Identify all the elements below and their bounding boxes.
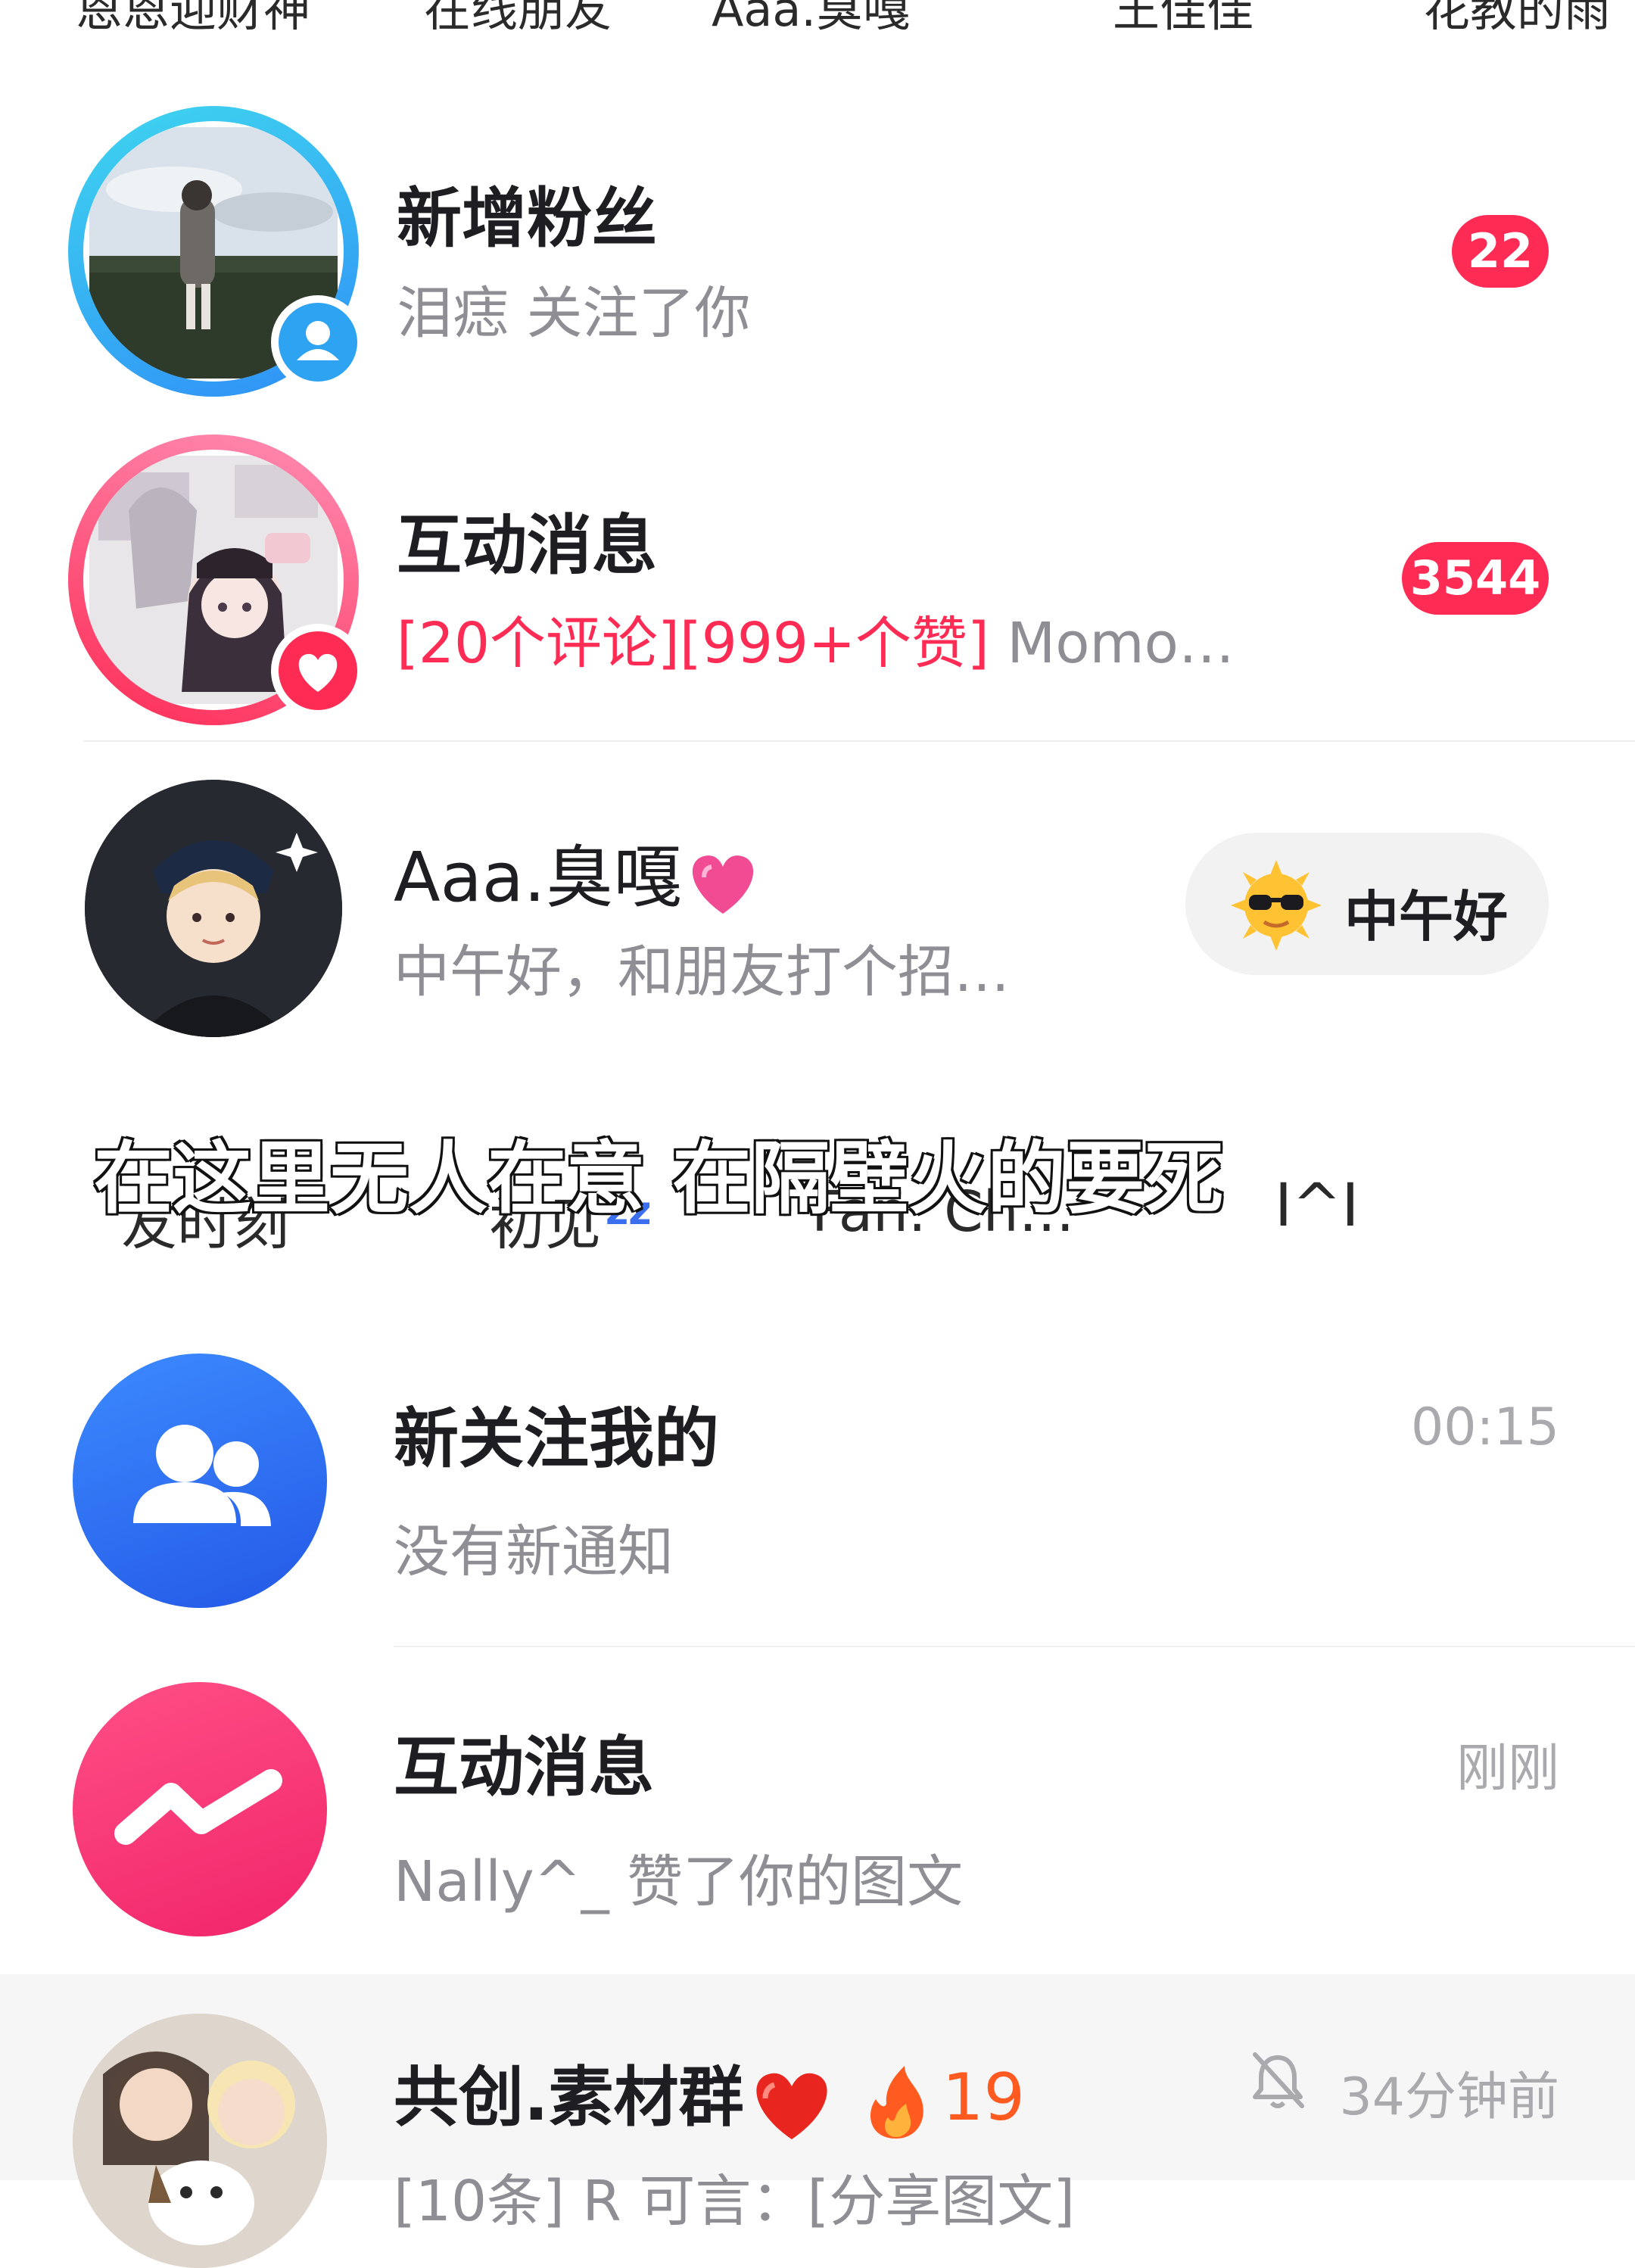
hidden-text: Ι^Ι	[1275, 1172, 1359, 1240]
row-timestamp: 刚刚	[1456, 1739, 1559, 1799]
top-friend-name[interactable]: Aaa.臭嘎	[712, 0, 910, 39]
row-timestamp: 00:15	[1411, 1397, 1559, 1457]
row-title: 共创.素材群 19	[394, 2044, 1025, 2144]
fire-icon	[862, 2064, 930, 2140]
row-title: Aaa.臭嘎	[394, 822, 765, 921]
unread-count-badge: 3544	[1402, 542, 1549, 615]
fire-streak-count: 19	[942, 2060, 1026, 2136]
top-friends-strip: 恩恩迎财神 在线朋友 Aaa.臭嘎 王佳佳 花教的雨	[0, 0, 1635, 45]
row-subtitle: 没有新通知	[394, 1519, 674, 1584]
row-divider	[83, 740, 1635, 742]
group-photo-icon	[73, 2014, 327, 2268]
top-friend-name[interactable]: 恩恩迎财神	[76, 0, 310, 39]
row-timestamp: 34分钟前	[1339, 2067, 1559, 2127]
row-subtitle: Nally^_ 赞了你的图文	[394, 1849, 964, 1914]
subtitle-rest: Momo…	[989, 611, 1235, 676]
group-avatar[interactable]	[73, 2014, 327, 2268]
lyric-subtitle-overlay: 在这里无人在意 在隔壁火的要死	[92, 1131, 1225, 1226]
sunglasses-sun-icon	[1231, 860, 1322, 951]
chat-avatar[interactable]	[85, 780, 342, 1037]
boy-illustration-icon	[85, 780, 342, 1037]
greeting-label: 中午好	[1344, 885, 1509, 949]
row-title: 新关注我的	[394, 1401, 719, 1477]
new-followers-avatar[interactable]	[73, 1354, 327, 1608]
row-subtitle: 中午好，和朋友打个招…	[394, 939, 1010, 1005]
row-subtitle: [10条] R 可言：[分享图文]	[394, 2169, 1076, 2234]
two-users-icon	[133, 1425, 271, 1526]
row-subtitle: 泪痣 关注了你	[397, 281, 751, 346]
quick-greeting-button[interactable]: 中午好	[1185, 833, 1549, 975]
heart-emoji-icon	[681, 844, 765, 920]
top-friend-name[interactable]: 在线朋友	[424, 0, 612, 39]
heart-badge-icon	[271, 624, 365, 718]
row-title: 互动消息	[397, 508, 657, 584]
row-title: 互动消息	[394, 1730, 654, 1805]
top-friend-name[interactable]: 王佳佳	[1113, 0, 1254, 39]
zigzag-message-icon	[114, 1769, 282, 1845]
interaction-avatar[interactable]	[73, 1682, 327, 1936]
row-subtitle: [20个评论][999+个赞] Momo…	[397, 598, 1235, 679]
user-badge-icon	[271, 295, 365, 389]
group-name: 共创.素材群	[394, 2060, 744, 2136]
row-title: 新增粉丝	[397, 181, 657, 257]
highlight-counts: [20个评论][999+个赞]	[397, 611, 989, 676]
heart-emoji-icon	[744, 2061, 839, 2144]
unread-count-badge: 22	[1452, 215, 1549, 288]
top-friend-name[interactable]: 花教的雨	[1423, 0, 1611, 39]
contact-name: Aaa.臭嘎	[394, 838, 682, 917]
muted-bell-icon	[1249, 2050, 1306, 2111]
row-divider	[394, 1646, 1635, 1647]
